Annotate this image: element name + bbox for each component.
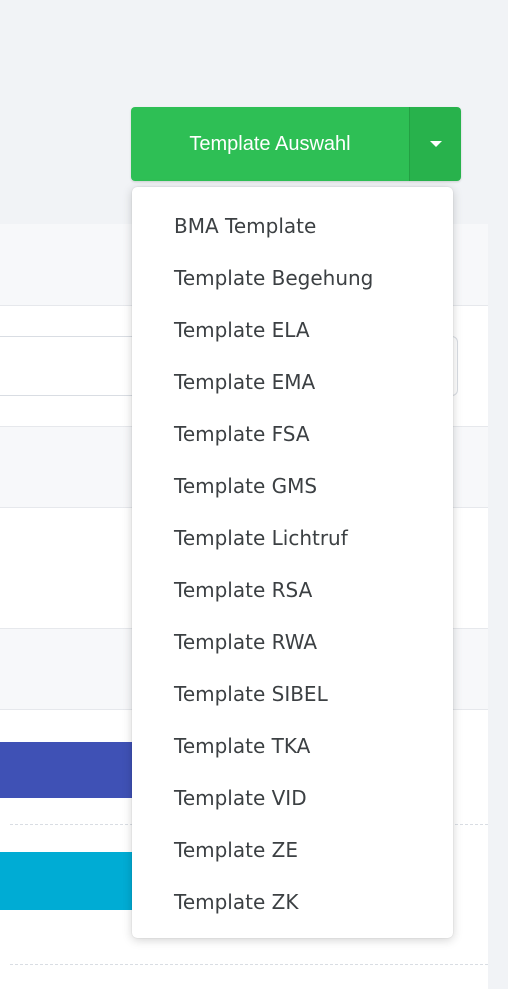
dropdown-item-template-zk[interactable]: Template ZK	[132, 876, 453, 928]
dropdown-item-template-begehung[interactable]: Template Begehung	[132, 252, 453, 304]
template-dropdown-menu: BMA Template Template Begehung Template …	[132, 187, 453, 938]
dropdown-toggle-button[interactable]	[409, 107, 461, 181]
dropdown-item-template-ze[interactable]: Template ZE	[132, 824, 453, 876]
dropdown-item-template-rwa[interactable]: Template RWA	[132, 616, 453, 668]
template-select-button[interactable]: Template Auswahl	[131, 107, 409, 181]
dropdown-item-template-gms[interactable]: Template GMS	[132, 460, 453, 512]
dropdown-item-template-tka[interactable]: Template TKA	[132, 720, 453, 772]
dropdown-item-template-rsa[interactable]: Template RSA	[132, 564, 453, 616]
dropdown-item-template-fsa[interactable]: Template FSA	[132, 408, 453, 460]
dropdown-item-template-vid[interactable]: Template VID	[132, 772, 453, 824]
dropdown-item-template-ela[interactable]: Template ELA	[132, 304, 453, 356]
caret-down-icon	[429, 141, 442, 147]
dropdown-item-template-sibel[interactable]: Template SIBEL	[132, 668, 453, 720]
dropdown-item-template-lichtruf[interactable]: Template Lichtruf	[132, 512, 453, 564]
dropdown-item-bma-template[interactable]: BMA Template	[132, 200, 453, 252]
template-select-button-group: Template Auswahl	[131, 107, 461, 181]
dropdown-item-template-ema[interactable]: Template EMA	[132, 356, 453, 408]
divider	[10, 964, 488, 965]
